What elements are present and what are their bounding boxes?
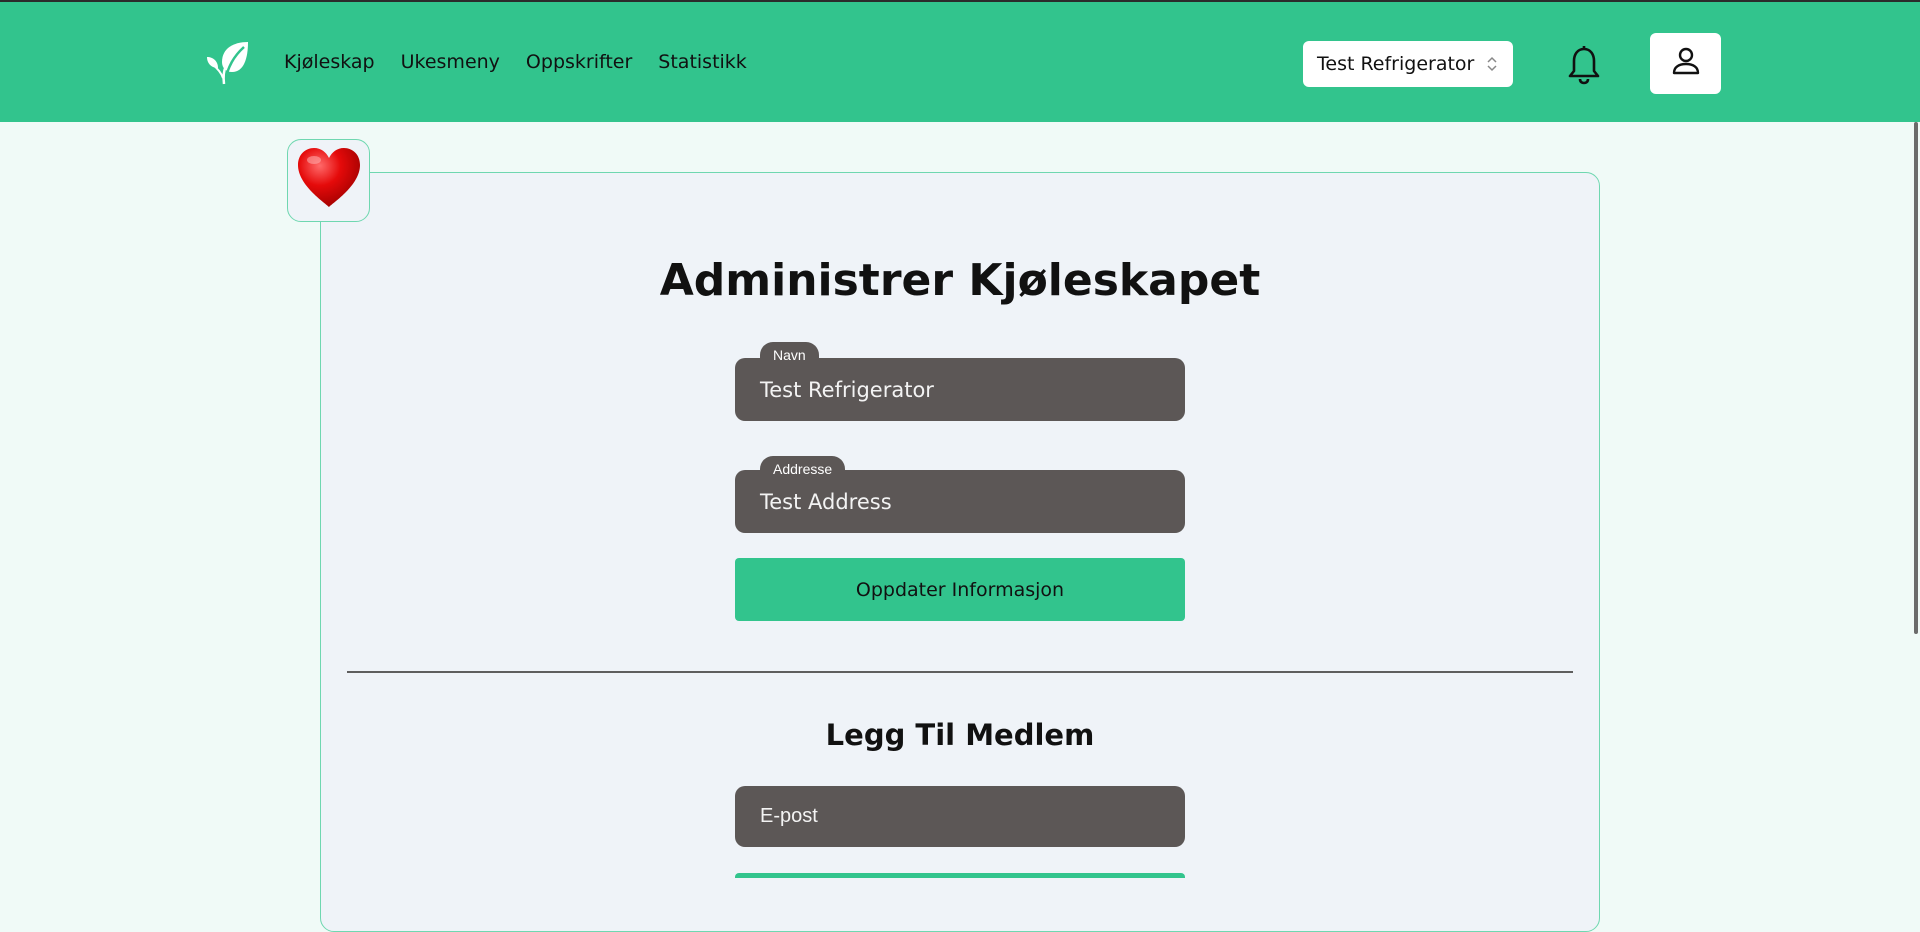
profile-button[interactable] [1650,33,1721,94]
email-field-placeholder: E-post [760,805,818,827]
leaf-icon[interactable] [204,38,252,86]
nav-item-kjoleskap[interactable]: Kjøleskap [284,51,375,73]
fridge-select-value: Test Refrigerator [1317,53,1475,75]
user-icon [1671,46,1701,81]
update-info-button[interactable]: Oppdater Informasjon [735,558,1185,621]
heart-icon [294,145,364,216]
nav-item-ukesmeny[interactable]: Ukesmeny [401,51,500,73]
heart-badge [287,139,370,222]
add-member-button[interactable] [735,873,1185,878]
add-member-title: Legg Til Medlem [825,718,1095,752]
main-nav: Kjøleskap Ukesmeny Oppskrifter Statistik… [284,2,747,122]
address-field-value: Test Address [760,489,892,514]
section-divider [347,671,1573,673]
name-field-label: Navn [760,342,819,368]
page-scrollbar[interactable] [1906,122,1920,878]
chevron-up-down-icon [1485,54,1499,74]
scrollbar-thumb[interactable] [1914,122,1918,634]
bell-icon[interactable] [1566,45,1602,85]
fridge-select[interactable]: Test Refrigerator [1303,41,1513,87]
address-field-label: Addresse [760,456,846,482]
nav-item-statistikk[interactable]: Statistikk [658,51,747,73]
top-navbar: Kjøleskap Ukesmeny Oppskrifter Statistik… [0,2,1920,122]
page-title: Administrer Kjøleskapet [659,255,1261,306]
email-field[interactable]: E-post [735,786,1185,847]
nav-item-oppskrifter[interactable]: Oppskrifter [526,51,632,73]
name-field-value: Test Refrigerator [760,377,934,402]
